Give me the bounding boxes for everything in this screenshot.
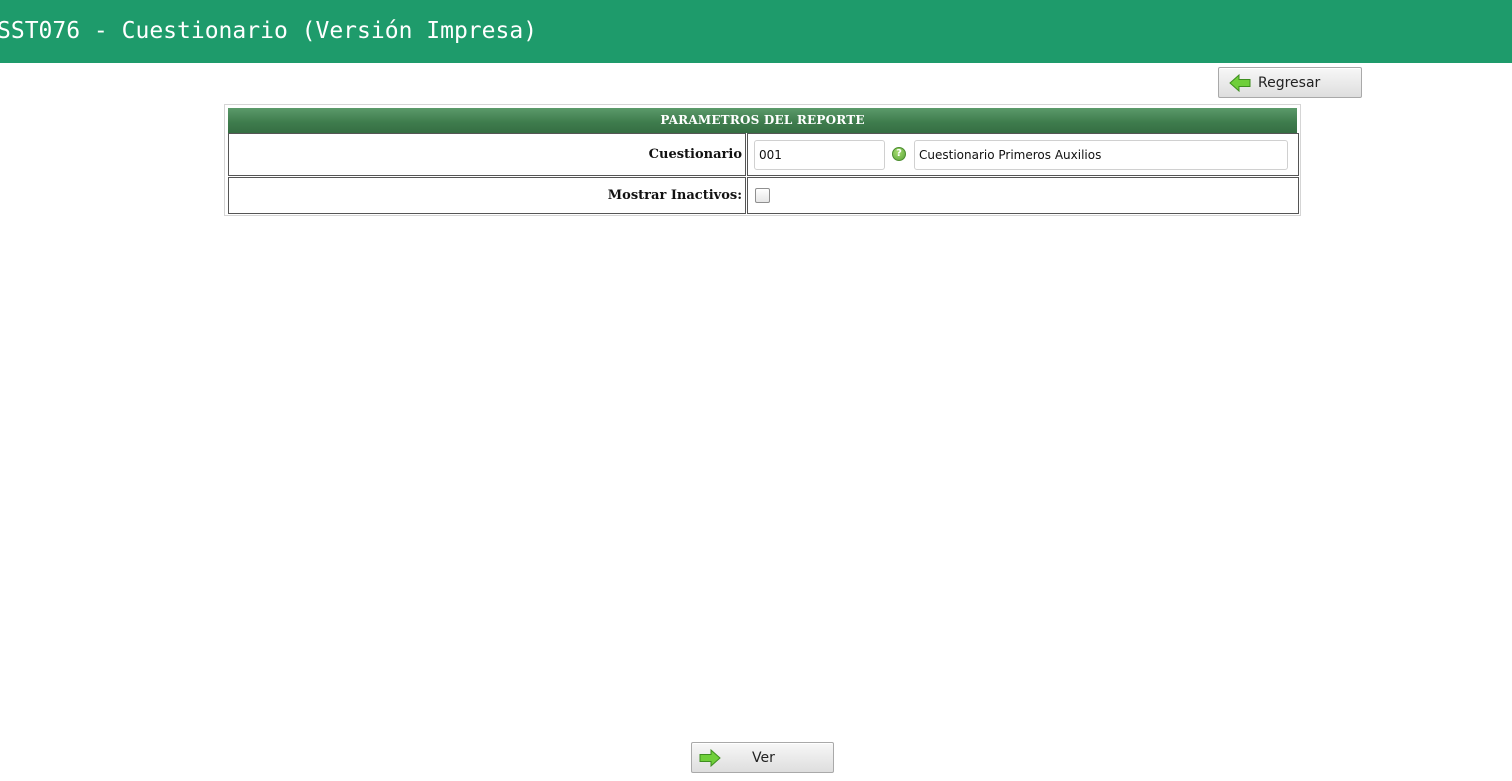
page-title: SST076 - Cuestionario (Versión Impresa): [0, 18, 538, 44]
back-button[interactable]: Regresar: [1218, 67, 1362, 98]
cuestionario-description-input[interactable]: [914, 140, 1288, 170]
cuestionario-label: Cuestionario: [228, 133, 746, 176]
back-button-label: Regresar: [1258, 74, 1321, 91]
cuestionario-value-cell: ?: [747, 133, 1299, 176]
report-parameters-panel: PARAMETROS DEL REPORTE Cuestionario ? Mo…: [224, 104, 1301, 216]
report-parameters-header: PARAMETROS DEL REPORTE: [228, 108, 1297, 133]
help-icon[interactable]: ?: [892, 147, 906, 161]
cuestionario-code-input[interactable]: [754, 140, 885, 170]
mostrar-inactivos-value-cell: [747, 177, 1299, 214]
title-bar: SST076 - Cuestionario (Versión Impresa): [0, 0, 1512, 63]
arrow-right-icon: [699, 748, 721, 767]
view-button[interactable]: Ver: [691, 742, 834, 773]
view-button-label: Ver: [752, 749, 775, 766]
arrow-left-icon: [1229, 73, 1251, 92]
mostrar-inactivos-label: Mostrar Inactivos:: [228, 177, 746, 214]
mostrar-inactivos-checkbox[interactable]: [755, 188, 770, 203]
